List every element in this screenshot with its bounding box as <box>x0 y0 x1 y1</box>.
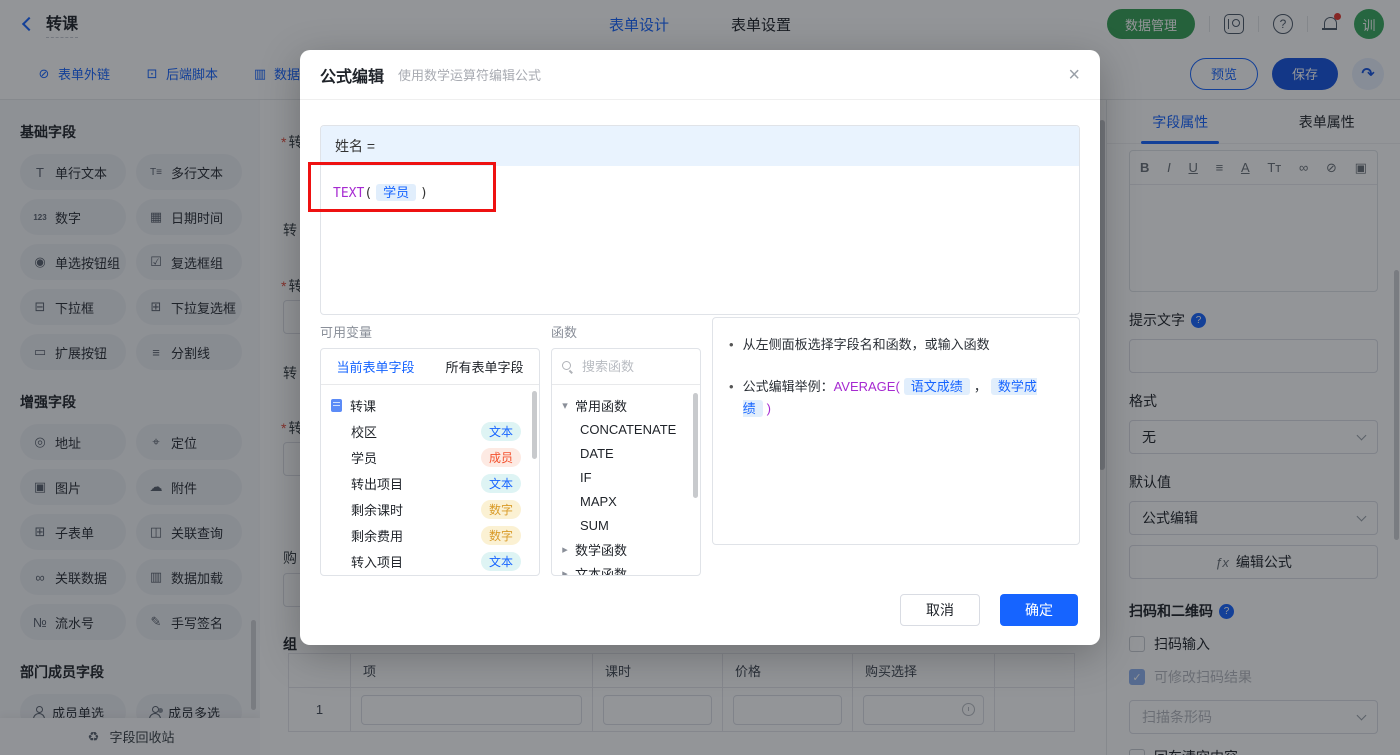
example-function: AVERAGE( <box>833 379 900 394</box>
function-search-input[interactable] <box>580 358 690 375</box>
variable-item[interactable]: 转入项目 文本 <box>321 548 539 574</box>
type-badge: 文本 <box>480 473 521 493</box>
app-window: 转课 表单设计 表单设置 数据管理 ? 训 ⊘ 表单外链 ⊡ 后端脚本 ▥ 数据… <box>0 0 1400 755</box>
formula-edit-modal: 公式编辑 使用数学运算符编辑公式 × 姓名 = TEXT(学员) 可用变量 当前… <box>300 50 1100 645</box>
function-search[interactable] <box>552 349 700 385</box>
function-group-common[interactable]: ▾ 常用函数 <box>560 393 692 417</box>
variables-panel: 当前表单字段 所有表单字段 转课 校区 文本 学员 成员 转出项目 文本 剩余课时 数字… <box>320 348 540 576</box>
function-item[interactable]: IF <box>560 465 692 489</box>
function-group-math[interactable]: ▸ 数学函数 <box>560 537 692 561</box>
function-item[interactable]: CONCATENATE <box>560 417 692 441</box>
function-item[interactable]: DATE <box>560 441 692 465</box>
form-doc-icon <box>331 398 342 412</box>
variable-item[interactable]: 剩余课时 数字 <box>321 496 539 522</box>
modal-title: 公式编辑 <box>320 68 385 86</box>
confirm-button[interactable]: 确定 <box>1000 594 1078 626</box>
example-chip: 语文成绩 <box>903 378 970 395</box>
functions-panel: ▾常用函数 CONCATENATE DATE IF MAPX SUM ▸数学函数… <box>551 348 701 576</box>
type-badge: 文本 <box>480 421 521 441</box>
cancel-button[interactable]: 取消 <box>900 594 980 626</box>
search-icon <box>562 361 573 372</box>
variable-item[interactable]: 学员 成员 <box>321 444 539 470</box>
chevron-open-icon: ▾ <box>562 399 568 412</box>
type-badge: 文本 <box>480 551 521 571</box>
functions-scrollbar[interactable] <box>693 393 698 498</box>
chevron-closed-icon: ▸ <box>562 543 568 556</box>
variable-item[interactable]: 转出项目 文本 <box>321 470 539 496</box>
variable-form-root[interactable]: 转课 <box>321 392 539 418</box>
tab-all-form-fields[interactable]: 所有表单字段 <box>430 349 539 384</box>
function-item[interactable]: SUM <box>560 513 692 537</box>
tab-current-form-fields[interactable]: 当前表单字段 <box>321 349 430 384</box>
tip-line: • 从左侧面板选择字段名和函数，或输入函数 <box>729 337 990 352</box>
chevron-closed-icon: ▸ <box>562 567 568 576</box>
type-badge: 成员 <box>480 447 521 467</box>
variable-item[interactable]: 剩余费用 数字 <box>321 522 539 548</box>
variables-scrollbar[interactable] <box>532 391 537 459</box>
variable-item[interactable]: 校区 文本 <box>321 418 539 444</box>
formula-target: 姓名 = <box>321 126 1079 166</box>
tip-example: • 公式编辑举例：AVERAGE(语文成绩，数学成绩) <box>729 378 1037 417</box>
function-item[interactable]: MAPX <box>560 489 692 513</box>
formula-editor: 姓名 = TEXT(学员) <box>320 125 1080 315</box>
function-group-text[interactable]: ▸ 文本函数 <box>560 561 692 576</box>
modal-subtitle: 使用数学运算符编辑公式 <box>398 68 542 83</box>
close-icon[interactable]: × <box>1068 65 1080 85</box>
type-badge: 数字 <box>480 525 521 545</box>
functions-label: 函数 <box>551 325 578 340</box>
tips-panel: • 从左侧面板选择字段名和函数，或输入函数 • 公式编辑举例：AVERAGE(语文… <box>712 317 1080 545</box>
type-badge: 数字 <box>480 499 521 519</box>
variables-label: 可用变量 <box>320 325 373 340</box>
annotation-highlight-box <box>308 162 496 212</box>
